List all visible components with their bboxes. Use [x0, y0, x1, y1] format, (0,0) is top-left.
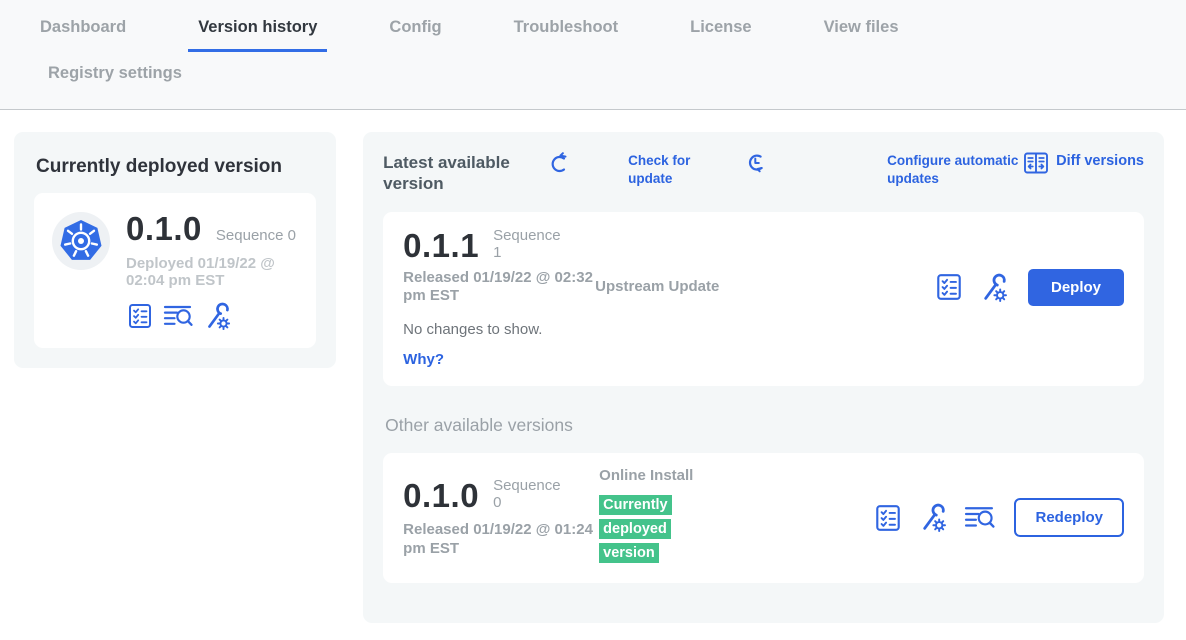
preflight-checklist-icon[interactable]: [934, 272, 964, 302]
latest-version-number: 0.1.1: [403, 227, 479, 265]
no-changes-text: No changes to show.: [403, 321, 1124, 338]
nav-row-secondary: Registry settings: [30, 52, 1186, 109]
preflight-checklist-icon[interactable]: [126, 302, 154, 330]
edit-config-icon[interactable]: [918, 502, 949, 533]
configure-automatic-updates-label: Configure automatic updates: [887, 152, 1023, 187]
tab-version-history[interactable]: Version history: [188, 14, 327, 52]
tab-license[interactable]: License: [680, 14, 761, 49]
other-available-versions-title: Other available versions: [385, 415, 1144, 436]
diff-versions-link[interactable]: Diff versions: [1023, 152, 1144, 175]
other-sequence-label: Sequence 0: [493, 477, 571, 512]
check-for-update-label: Check for update: [628, 152, 702, 187]
check-for-update-link[interactable]: Check for update: [547, 152, 702, 187]
latest-sequence-label: Sequence 1: [493, 227, 571, 262]
other-source-block: Online Install Currently deployed versio…: [599, 467, 717, 565]
currently-deployed-badge: Currently deployed version: [599, 495, 671, 563]
deployed-version-card: 0.1.0 Sequence 0 Deployed 01/19/22 @ 02:…: [34, 193, 316, 348]
diff-versions-label: Diff versions: [1056, 152, 1144, 171]
deployed-timestamp: Deployed 01/19/22 @ 02:04 pm EST: [126, 255, 298, 289]
kubernetes-logo-icon: [52, 212, 110, 270]
tab-view-files[interactable]: View files: [814, 14, 909, 49]
other-version-card: 0.1.0 Sequence 0 Released 01/19/22 @ 01:…: [383, 453, 1144, 583]
why-link[interactable]: Why?: [403, 351, 1124, 368]
tab-troubleshoot[interactable]: Troubleshoot: [504, 14, 629, 49]
latest-source-label: Upstream Update: [595, 278, 745, 297]
currently-deployed-panel: Currently deployed version 0.1.0 Sequenc…: [14, 132, 336, 368]
preflight-checklist-icon[interactable]: [873, 503, 903, 533]
other-version-number: 0.1.0: [403, 477, 479, 515]
deploy-logs-icon[interactable]: [163, 303, 194, 329]
version-history-panel: Latest available version Check for updat…: [363, 132, 1164, 623]
other-source-label: Online Install: [599, 467, 709, 486]
redeploy-button[interactable]: Redeploy: [1014, 498, 1124, 537]
nav-row-primary: Dashboard Version history Config Trouble…: [30, 14, 1186, 52]
deployed-sequence-label: Sequence 0: [216, 227, 296, 244]
schedule-refresh-icon: [744, 151, 880, 174]
configure-automatic-updates-link[interactable]: Configure automatic updates: [744, 152, 1023, 187]
latest-released-timestamp: Released 01/19/22 @ 02:32 pm EST: [403, 269, 595, 307]
other-version-info: 0.1.0 Sequence 0 Released 01/19/22 @ 01:…: [403, 477, 599, 559]
other-released-timestamp: Released 01/19/22 @ 01:24 pm EST: [403, 521, 595, 559]
currently-deployed-title: Currently deployed version: [36, 156, 316, 178]
deployed-version-info: 0.1.0 Sequence 0 Deployed 01/19/22 @ 02:…: [126, 210, 298, 331]
latest-available-title: Latest available version: [383, 152, 535, 195]
tab-dashboard[interactable]: Dashboard: [30, 14, 136, 49]
latest-version-card: 0.1.1 Sequence 1 Released 01/19/22 @ 02:…: [383, 212, 1144, 387]
deployed-version-number: 0.1.0: [126, 210, 202, 248]
edit-config-icon[interactable]: [979, 272, 1010, 303]
diff-icon: [1023, 151, 1049, 175]
main-content: Currently deployed version 0.1.0 Sequenc…: [0, 110, 1186, 623]
deploy-button[interactable]: Deploy: [1028, 269, 1124, 306]
deploy-logs-icon[interactable]: [964, 504, 996, 531]
edit-config-icon[interactable]: [203, 301, 233, 331]
latest-available-header: Latest available version Check for updat…: [383, 152, 1144, 195]
tab-registry-settings[interactable]: Registry settings: [38, 60, 192, 95]
refresh-icon: [547, 151, 621, 173]
top-navbar: Dashboard Version history Config Trouble…: [0, 0, 1186, 110]
tab-config[interactable]: Config: [379, 14, 451, 49]
